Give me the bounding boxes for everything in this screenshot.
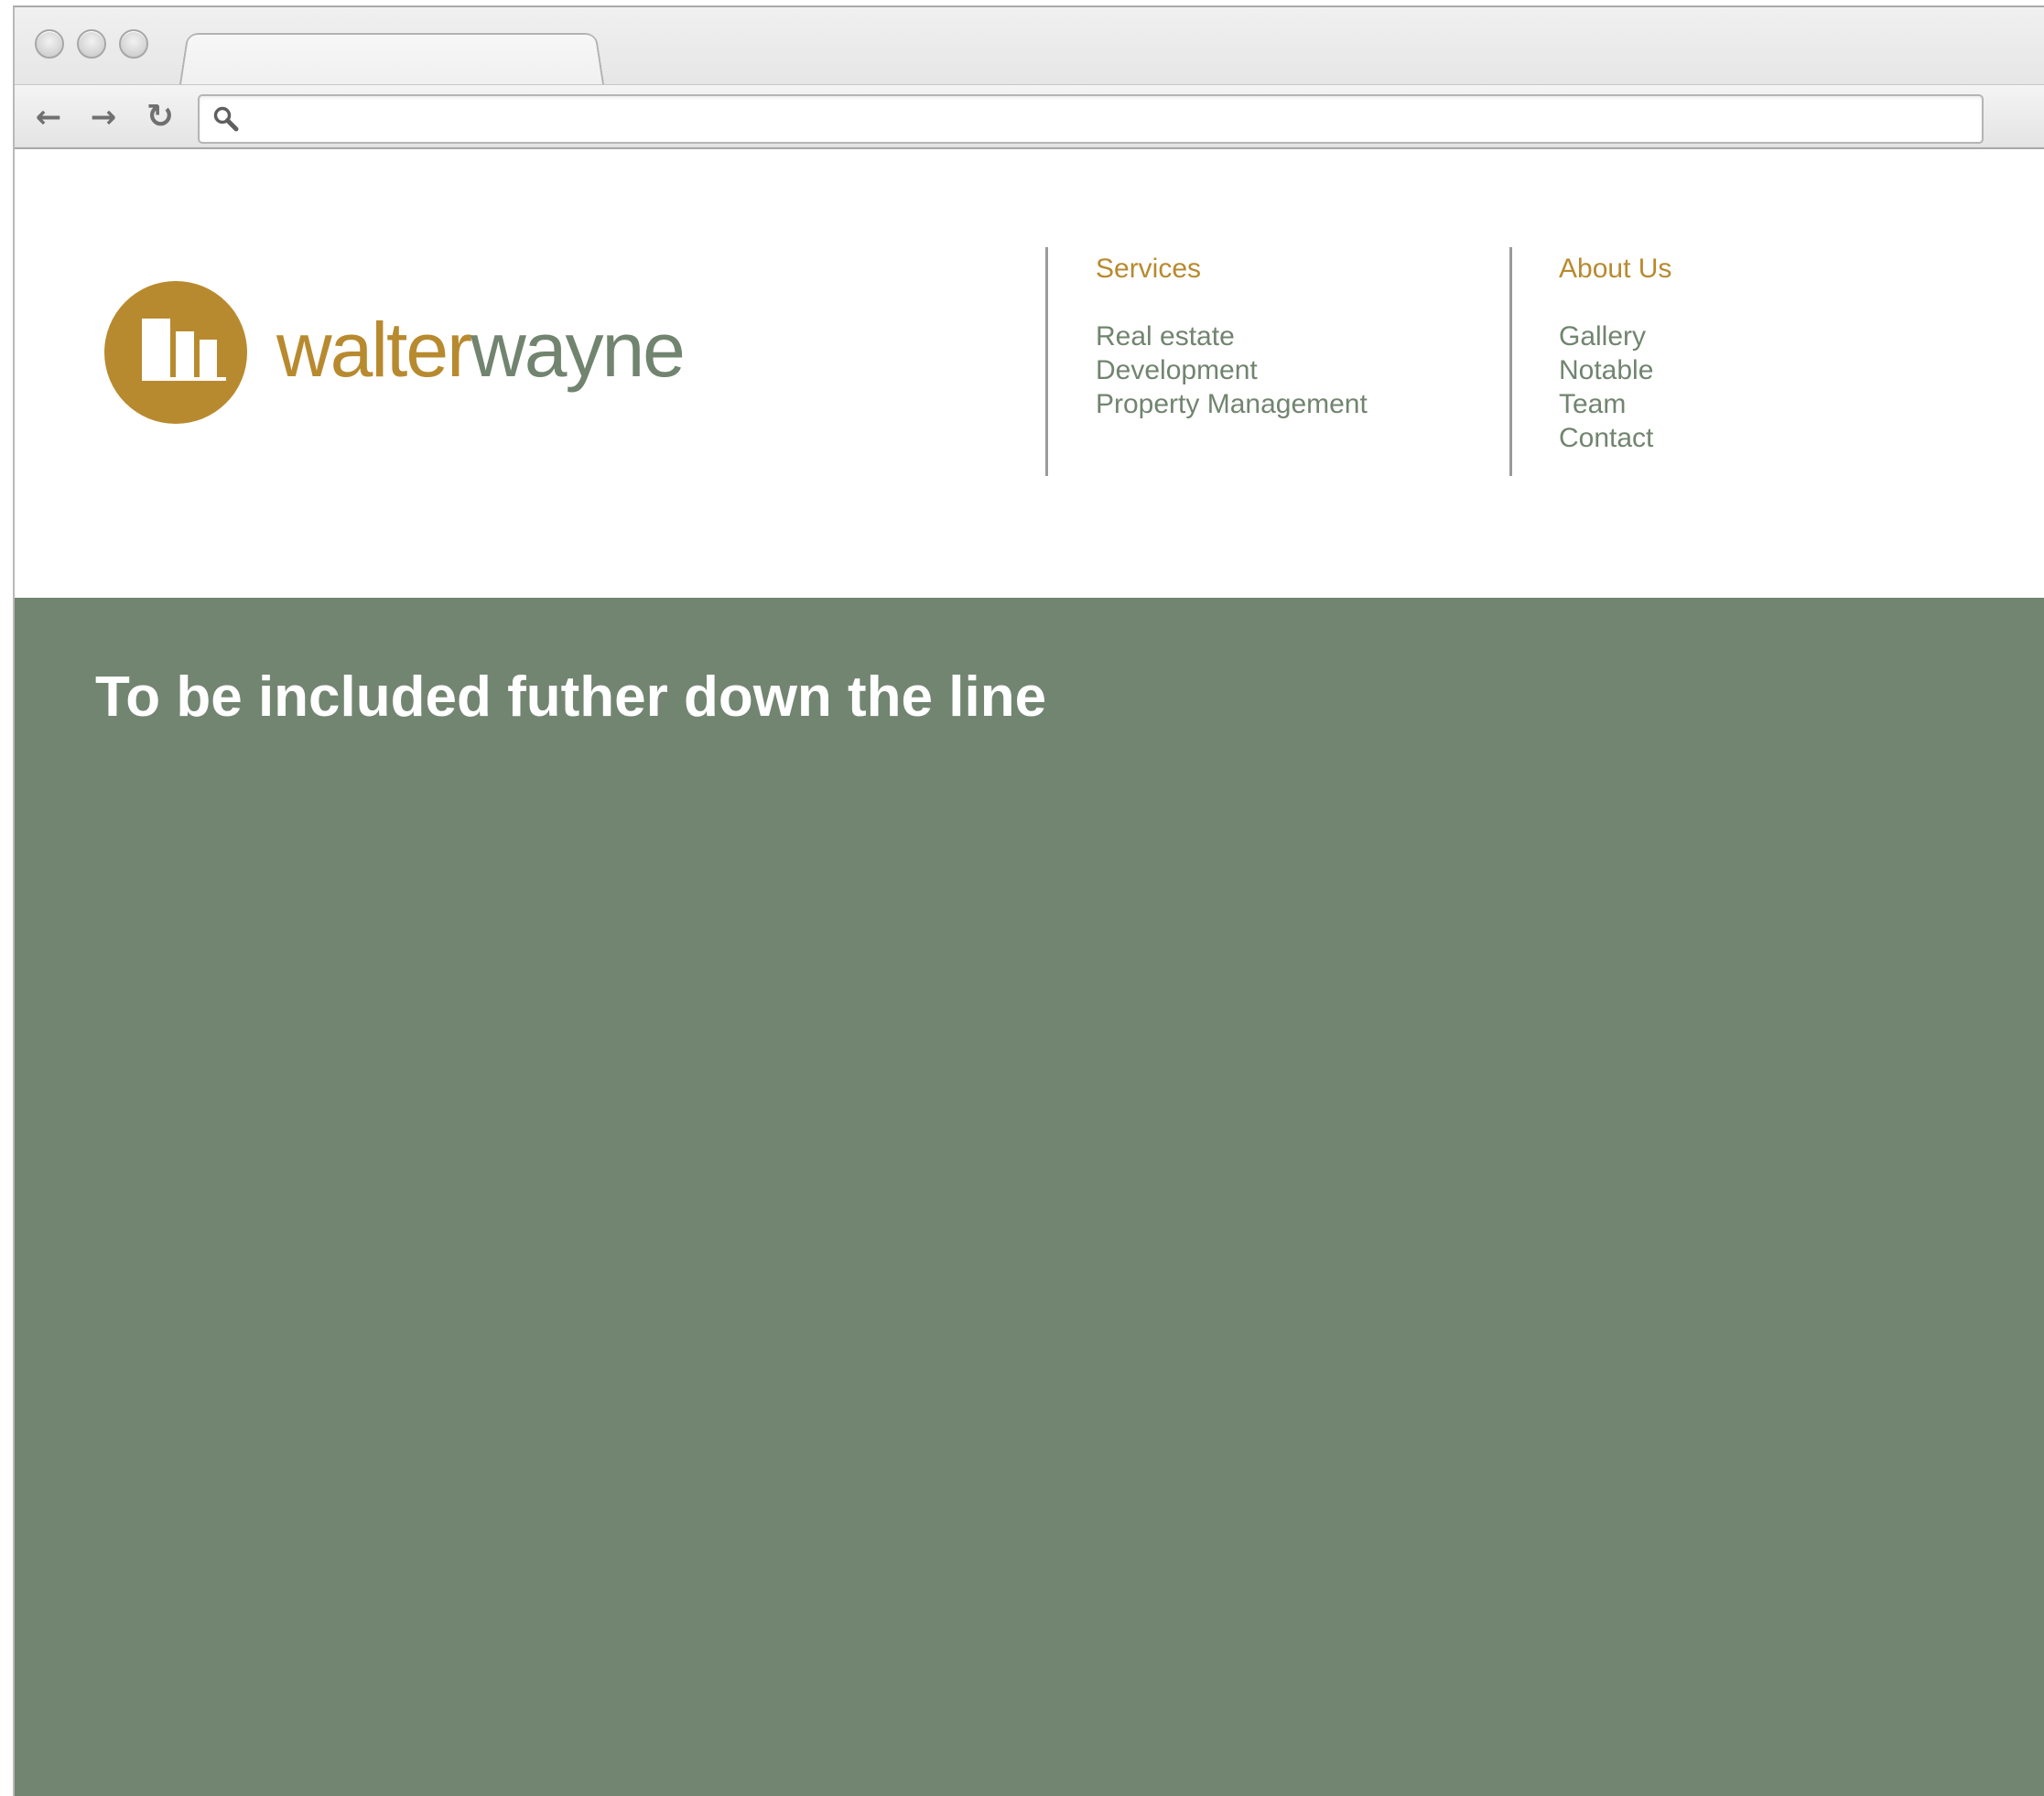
services-menu: Services Real estate Development Propert… <box>1096 252 1368 421</box>
minimize-icon[interactable] <box>77 29 106 59</box>
nav-link-gallery[interactable]: Gallery <box>1559 319 1671 353</box>
logo-wayne-text: wayne <box>470 307 686 393</box>
address-input[interactable] <box>251 102 1963 136</box>
browser-toolbar: ← → ↻ <box>15 84 2044 146</box>
main-panel: To be included futher down the line <box>15 598 2044 1796</box>
nav-link-development[interactable]: Development <box>1096 353 1368 387</box>
browser-chrome: ← → ↻ <box>15 7 2044 149</box>
window-controls <box>35 29 148 59</box>
site-header: walterwayne Services Real estate Develop… <box>15 149 2044 598</box>
search-icon <box>213 106 239 132</box>
nav-divider-services <box>1045 247 1048 476</box>
nav-divider-about <box>1509 247 1512 476</box>
site-logo-link[interactable]: walterwayne <box>104 281 686 424</box>
address-bar[interactable] <box>198 94 1984 144</box>
zoom-icon[interactable] <box>119 29 148 59</box>
arrow-left-icon[interactable]: ← <box>29 98 68 136</box>
browser-tab[interactable] <box>179 33 604 84</box>
nav-link-real-estate[interactable]: Real estate <box>1096 319 1368 353</box>
close-icon[interactable] <box>35 29 64 59</box>
browser-window: ← → ↻ walterwayne Services Real estate D… <box>13 5 2044 1796</box>
reload-icon[interactable]: ↻ <box>141 98 179 136</box>
logo-wordmark: walterwayne <box>276 311 686 388</box>
nav-link-property-management[interactable]: Property Management <box>1096 387 1368 421</box>
logo-walter-text: walter <box>276 307 472 393</box>
arrow-right-icon[interactable]: → <box>84 98 123 136</box>
main-panel-title: To be included futher down the line <box>95 665 1047 729</box>
nav-link-notable[interactable]: Notable <box>1559 353 1671 387</box>
nav-heading-services[interactable]: Services <box>1096 252 1368 287</box>
nav-heading-about-us[interactable]: About Us <box>1559 252 1671 287</box>
nav-link-contact[interactable]: Contact <box>1559 421 1671 455</box>
nav-link-team[interactable]: Team <box>1559 387 1671 421</box>
logo-mark <box>104 281 247 424</box>
about-menu: About Us Gallery Notable Team Contact <box>1559 252 1671 455</box>
page-content: walterwayne Services Real estate Develop… <box>15 149 2044 1796</box>
